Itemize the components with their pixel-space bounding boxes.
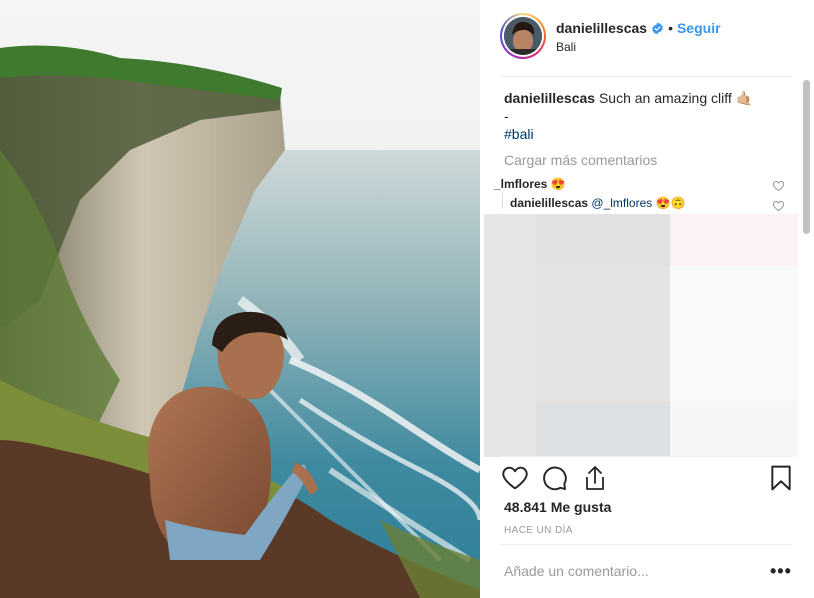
post-photo[interactable] [0, 0, 480, 598]
loading-placeholder-overlay [484, 214, 798, 457]
actions-divider [500, 456, 792, 457]
caption-username[interactable]: danielillescas [504, 90, 595, 106]
reply-username[interactable]: danielillescas [510, 196, 588, 210]
reply-text: 😍🙃 [655, 196, 686, 210]
story-ring[interactable] [500, 13, 546, 59]
post-location[interactable]: Bali [556, 40, 576, 54]
author-username[interactable]: danielillescas [556, 20, 647, 36]
add-comment-form: ••• [480, 545, 814, 598]
comment-like-heart-icon[interactable] [772, 178, 785, 196]
avatar[interactable] [504, 17, 542, 55]
comment-text: 😍 [550, 177, 566, 191]
more-options-icon[interactable]: ••• [770, 561, 792, 582]
caption-hashtag[interactable]: #bali [504, 125, 753, 143]
comment-input[interactable] [502, 559, 746, 583]
comments-section: danielillescas Such an amazing cliff 🤙🏼 … [480, 77, 798, 457]
post-caption: danielillescas Such an amazing cliff 🤙🏼 … [504, 89, 753, 143]
comment-reply-item: danielillescas @_lmflores 😍🙃 [510, 196, 686, 210]
load-more-comments-button[interactable]: Cargar más comentarios [504, 152, 657, 168]
caption-text: Such an amazing cliff 🤙🏼 [598, 90, 754, 106]
reply-mention[interactable]: @_lmflores [591, 196, 652, 210]
comment-username[interactable]: _lmflores [494, 177, 547, 191]
comment-bubble-icon[interactable] [542, 465, 568, 496]
comment-item: _lmflores 😍 [494, 177, 566, 191]
caption-line2: - [504, 108, 509, 124]
verified-badge-icon [651, 22, 664, 38]
separator-dot: • [668, 20, 673, 36]
post-timestamp[interactable]: HACE UN DÍA [504, 525, 573, 536]
cliff-ocean-image [0, 0, 480, 598]
comments-scrollbar[interactable] [803, 80, 810, 234]
like-count[interactable]: 48.841 Me gusta [504, 499, 611, 515]
follow-button[interactable]: Seguir [677, 20, 721, 36]
bookmark-icon[interactable] [770, 465, 792, 496]
heart-icon[interactable] [502, 466, 528, 495]
post-header: danielillescas • Seguir Bali [480, 0, 814, 76]
share-icon[interactable] [583, 464, 607, 497]
author-line: danielillescas • Seguir [556, 20, 721, 38]
reply-thread-line [502, 193, 503, 209]
post-side-panel: danielillescas • Seguir Bali danielillesca… [480, 0, 814, 598]
